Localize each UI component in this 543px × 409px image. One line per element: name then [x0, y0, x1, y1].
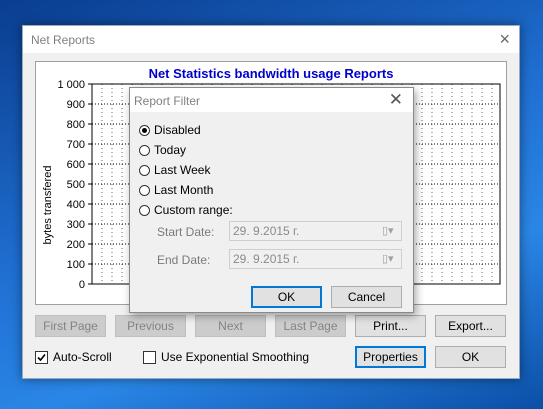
dialog-ok-button[interactable]: OK: [251, 286, 322, 308]
radio-label: Custom range:: [154, 203, 233, 217]
radio-button-icon[interactable]: [139, 184, 150, 196]
window-title: Net Reports: [31, 33, 96, 47]
start-date-value: 29. 9.2015 г.: [233, 224, 300, 238]
y-tick-label: 700: [67, 139, 85, 151]
radio-button-icon[interactable]: [139, 144, 150, 156]
end-date-value: 29. 9.2015 г.: [233, 252, 300, 266]
radio-button-icon[interactable]: [139, 204, 150, 216]
radio-today[interactable]: Today: [139, 143, 186, 157]
print-button[interactable]: Print...: [355, 315, 426, 337]
close-icon[interactable]: ✕: [389, 90, 403, 110]
report-filter-dialog: Report Filter ✕ Disabled Today Last Week…: [129, 87, 414, 313]
start-date-label: Start Date:: [157, 225, 215, 239]
exp-smoothing-checkbox[interactable]: Use Exponential Smoothing: [143, 350, 309, 364]
radio-label: Today: [154, 143, 187, 157]
y-tick-label: 400: [67, 199, 85, 211]
previous-button[interactable]: Previous: [115, 315, 186, 337]
checkbox-box[interactable]: [143, 350, 156, 364]
chart-title: Net Statistics bandwidth usage Reports: [149, 66, 394, 81]
exp-smoothing-label: Use Exponential Smoothing: [161, 350, 310, 364]
y-tick-label: 1 000: [57, 79, 85, 91]
radio-label: Last Week: [154, 163, 211, 177]
radio-last-month[interactable]: Last Month: [139, 183, 213, 197]
close-icon[interactable]: ×: [499, 29, 510, 49]
y-tick-label: 600: [67, 159, 85, 171]
ok-button[interactable]: OK: [435, 346, 506, 368]
y-axis-label: bytes transfered: [42, 166, 54, 245]
radio-disabled[interactable]: Disabled: [139, 123, 201, 137]
radio-button-icon[interactable]: [139, 164, 150, 176]
window-titlebar: Net Reports ×: [23, 26, 519, 53]
y-tick-label: 900: [67, 99, 85, 111]
end-date-picker[interactable]: 29. 9.2015 г. ▯▾: [229, 249, 402, 269]
last-page-button[interactable]: Last Page: [275, 315, 346, 337]
radio-label: Disabled: [154, 123, 201, 137]
checkbox-box[interactable]: [35, 350, 48, 364]
y-tick-label: 200: [67, 239, 85, 251]
y-tick-label: 500: [67, 179, 85, 191]
properties-button[interactable]: Properties: [355, 346, 426, 368]
calendar-dropdown-icon[interactable]: ▯▾: [382, 225, 396, 237]
calendar-dropdown-icon[interactable]: ▯▾: [382, 253, 396, 265]
radio-last-week[interactable]: Last Week: [139, 163, 210, 177]
dialog-title: Report Filter: [134, 94, 201, 108]
first-page-button[interactable]: First Page: [35, 315, 106, 337]
end-date-label: End Date:: [157, 253, 211, 267]
checkmark-icon: [37, 353, 46, 361]
radio-custom-range[interactable]: Custom range:: [139, 203, 233, 217]
y-tick-label: 800: [67, 119, 85, 131]
next-button[interactable]: Next: [195, 315, 266, 337]
y-tick-label: 100: [67, 259, 85, 271]
dialog-cancel-button[interactable]: Cancel: [331, 286, 402, 308]
auto-scroll-label: Auto-Scroll: [53, 350, 112, 364]
y-tick-label: 0: [79, 279, 85, 291]
dialog-titlebar: Report Filter ✕: [130, 88, 413, 112]
auto-scroll-checkbox[interactable]: Auto-Scroll: [35, 350, 112, 364]
start-date-picker[interactable]: 29. 9.2015 г. ▯▾: [229, 221, 402, 241]
export-button[interactable]: Export...: [435, 315, 506, 337]
radio-button-icon[interactable]: [139, 124, 150, 136]
y-tick-label: 300: [67, 219, 85, 231]
radio-label: Last Month: [154, 183, 214, 197]
